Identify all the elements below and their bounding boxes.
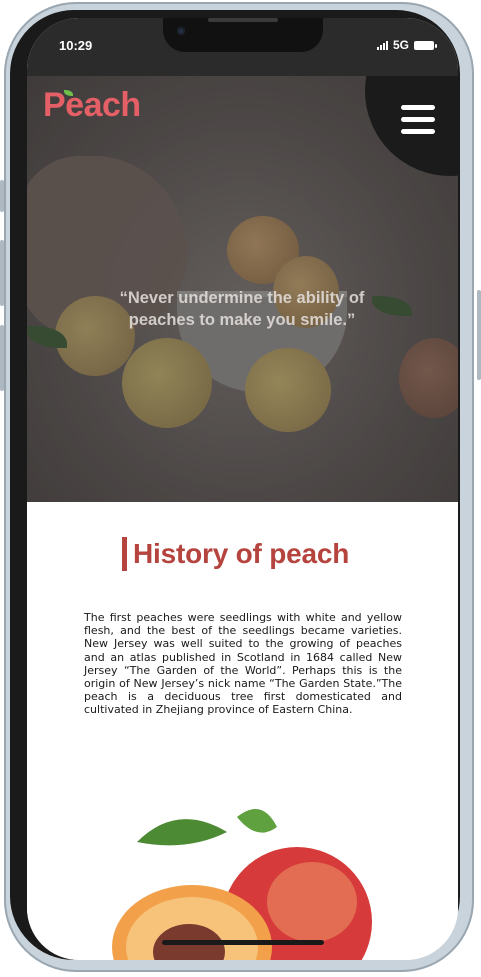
- side-button-volume-up: [0, 240, 4, 306]
- history-section: History of peach The first peaches were …: [27, 502, 458, 960]
- network-label: 5G: [392, 38, 409, 52]
- status-bar: 10:29 5G: [27, 18, 458, 76]
- status-indicators: 5G: [376, 38, 437, 52]
- hero-quote: “Never undermine the ability of peaches …: [119, 288, 365, 329]
- hamburger-menu-icon[interactable]: [401, 105, 441, 141]
- side-button-volume-down: [0, 325, 4, 391]
- hero-banner: Peach “Never undermine the ability of pe…: [27, 76, 458, 502]
- side-button-silent: [0, 180, 4, 212]
- peach-illustration: [112, 809, 372, 960]
- section-title: History of peach: [122, 537, 349, 571]
- notch: [163, 18, 323, 52]
- logo[interactable]: Peach: [43, 86, 141, 125]
- home-indicator[interactable]: [162, 940, 324, 945]
- battery-icon: [414, 40, 437, 50]
- side-button-power: [477, 290, 481, 380]
- speaker: [208, 18, 278, 22]
- history-body: The first peaches were seedlings with wh…: [84, 611, 402, 717]
- camera-icon: [177, 27, 185, 35]
- history-title: History of peach: [133, 538, 350, 569]
- status-time: 10:29: [59, 38, 93, 53]
- title-accent-bar: [122, 537, 127, 571]
- signal-icon: [376, 40, 388, 50]
- screen: 10:29 5G Peach “Never undermine the abil…: [27, 18, 458, 960]
